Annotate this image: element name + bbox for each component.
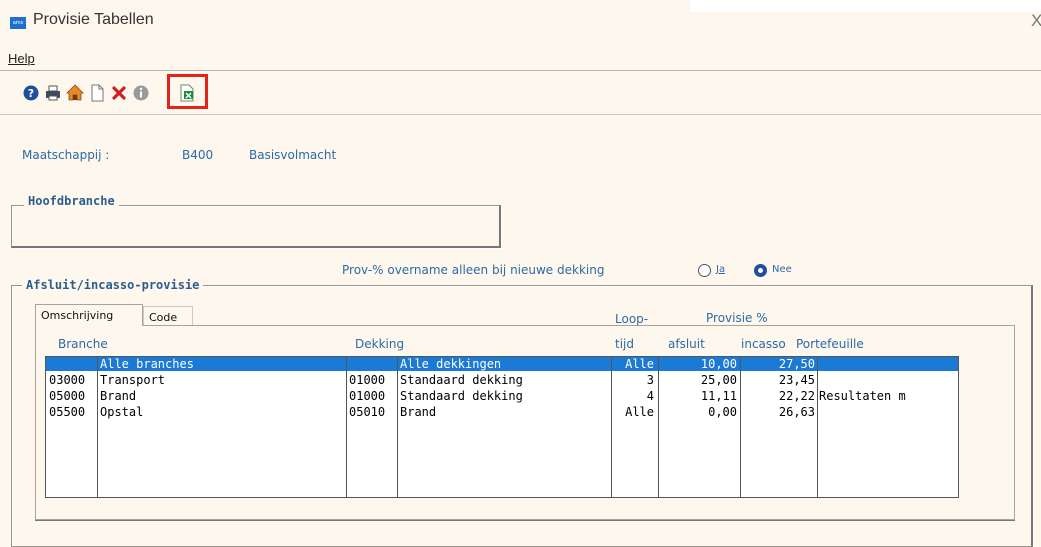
table-row[interactable]: 05000 Brand 01000 Standaard dekking 4 11… bbox=[46, 389, 958, 403]
header-incasso[interactable]: incasso bbox=[741, 337, 786, 351]
new-document-icon[interactable] bbox=[88, 84, 106, 102]
help-icon[interactable]: ? bbox=[22, 84, 40, 102]
header-branche[interactable]: Branche bbox=[58, 337, 108, 351]
company-label: Maatschappij : bbox=[22, 148, 110, 162]
header-tijd[interactable]: tijd bbox=[615, 337, 634, 351]
provisie-tabellen-window: ams Provisie Tabellen X Help ? Maatschap… bbox=[0, 0, 1041, 547]
menu-help[interactable]: Help bbox=[8, 51, 35, 66]
title-bar bbox=[0, 12, 1041, 40]
radio-ja-label: Ja bbox=[716, 264, 726, 275]
close-button[interactable]: X bbox=[1031, 11, 1041, 31]
header-dekking[interactable]: Dekking bbox=[355, 337, 404, 351]
delete-icon[interactable] bbox=[110, 84, 128, 102]
table-row[interactable]: 05500 Opstal 05010 Brand Alle 0,00 26,63 bbox=[46, 405, 958, 419]
column-divider bbox=[346, 357, 347, 497]
company-code: B400 bbox=[182, 148, 214, 162]
app-logo-icon: ams bbox=[10, 17, 26, 29]
toolbar: ? bbox=[0, 76, 300, 112]
column-divider bbox=[817, 357, 818, 497]
tab-code[interactable]: Code bbox=[143, 306, 193, 326]
header-loop: Loop- bbox=[615, 312, 649, 326]
provisie-grid[interactable]: Alle branches Alle dekkingen Alle 10,00 … bbox=[45, 356, 959, 498]
column-divider bbox=[397, 357, 398, 497]
company-name: Basisvolmacht bbox=[249, 148, 337, 162]
print-icon[interactable] bbox=[44, 84, 62, 102]
column-divider bbox=[97, 357, 98, 497]
window-title: Provisie Tabellen bbox=[33, 11, 154, 28]
hoofdbranche-group bbox=[11, 205, 501, 248]
top-strip bbox=[690, 0, 1041, 12]
column-divider bbox=[658, 357, 659, 497]
header-portefeuille[interactable]: Portefeuille bbox=[796, 337, 864, 351]
hoofdbranche-label: Hoofdbranche bbox=[24, 194, 119, 208]
header-afsluit[interactable]: afsluit bbox=[668, 337, 705, 351]
afsluit-label: Afsluit/incasso-provisie bbox=[22, 278, 204, 292]
toolbar-separator bbox=[0, 114, 1041, 115]
overname-label: Prov-% overname alleen bij nieuwe dekkin… bbox=[342, 263, 605, 277]
column-divider bbox=[740, 357, 741, 497]
home-icon[interactable] bbox=[66, 84, 84, 102]
info-icon[interactable] bbox=[132, 84, 150, 102]
header-provisie: Provisie % bbox=[706, 311, 768, 325]
highlight-box bbox=[167, 74, 208, 109]
radio-ja[interactable] bbox=[698, 264, 711, 277]
tab-omschrijving[interactable]: Omschrijving bbox=[35, 304, 143, 326]
column-divider bbox=[611, 357, 612, 497]
radio-nee-label: Nee bbox=[772, 264, 792, 275]
table-row[interactable]: Alle branches Alle dekkingen Alle 10,00 … bbox=[46, 357, 958, 371]
svg-text:?: ? bbox=[28, 87, 34, 100]
menu-separator bbox=[0, 70, 1041, 71]
menu-bar: Help bbox=[0, 46, 1041, 68]
radio-nee[interactable] bbox=[754, 264, 767, 277]
table-row[interactable]: 03000 Transport 01000 Standaard dekking … bbox=[46, 373, 958, 387]
